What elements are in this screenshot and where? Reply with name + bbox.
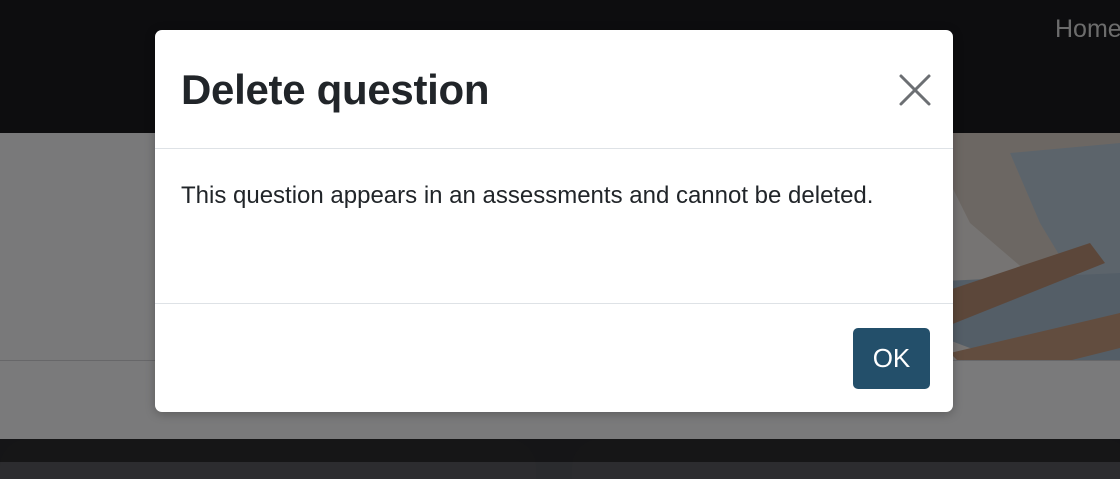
close-icon <box>899 74 931 106</box>
modal-footer: OK <box>155 303 953 412</box>
modal-title: Delete question <box>181 66 490 113</box>
delete-question-dialog: Delete question This question appears in… <box>155 30 953 412</box>
close-button[interactable] <box>893 68 937 112</box>
modal-message: This question appears in an assessments … <box>181 182 874 209</box>
modal-header: Delete question <box>155 30 953 149</box>
ok-button[interactable]: OK <box>853 328 930 389</box>
